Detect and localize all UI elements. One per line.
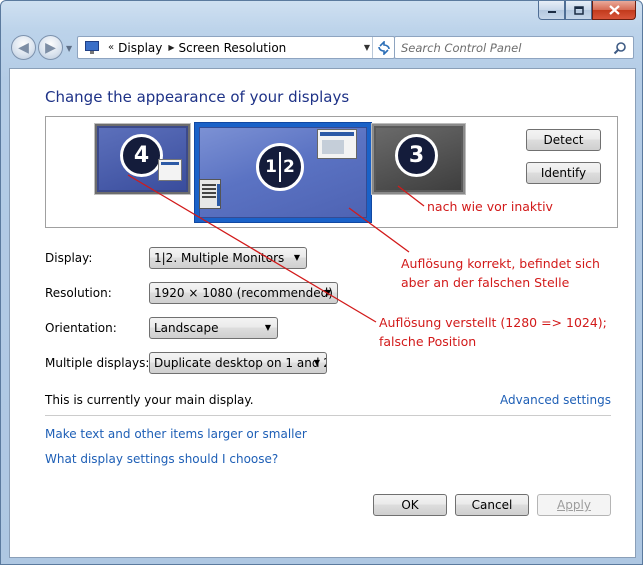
monitor-1-2-number: 12 xyxy=(256,143,304,191)
annotation-wrong-place-line1: Auflösung korrekt, befindet sich xyxy=(401,256,600,271)
mini-taskbar-icon xyxy=(199,179,221,209)
monitor-3-number: 3 xyxy=(395,134,438,177)
chevron-down-icon: ▼ xyxy=(293,253,300,262)
annotation-resolution-line1: Auflösung verstellt (1280 => 1024); xyxy=(379,315,607,330)
breadcrumb-display[interactable]: Display xyxy=(118,41,162,55)
search-input[interactable] xyxy=(395,37,605,58)
annotation-resolution-line2: falsche Position xyxy=(379,334,477,349)
close-icon xyxy=(608,5,620,15)
display-select[interactable]: 1|2. Multiple Monitors ▼ xyxy=(149,247,307,269)
display-control-panel-icon xyxy=(84,40,102,55)
annotation-wrong-place: Auflösung korrekt, befindet sich aber an… xyxy=(401,254,600,292)
caption-buttons xyxy=(538,1,636,21)
annotation-inactive: nach wie vor inaktiv xyxy=(427,199,553,214)
annotation-wrong-place-line2: aber an der falschen Stelle xyxy=(401,275,570,290)
cancel-button[interactable]: Cancel xyxy=(455,494,529,516)
advanced-settings-link[interactable]: Advanced settings xyxy=(500,393,611,407)
chevron-down-icon: ▼ xyxy=(324,288,331,297)
page-title: Change the appearance of your displays xyxy=(45,88,350,106)
multiple-displays-select[interactable]: Duplicate desktop on 1 and 2 ▼ xyxy=(149,352,327,374)
display-settings-help-link[interactable]: What display settings should I choose? xyxy=(45,452,278,466)
breadcrumb-overflow-icon[interactable]: « xyxy=(108,42,114,53)
navigation-bar: ◀ ▶ ▼ « Display ▶ Screen Resolution ▼ xyxy=(9,35,636,61)
resolution-select[interactable]: 1920 × 1080 (recommended) ▼ xyxy=(149,282,338,304)
detect-button[interactable]: Detect xyxy=(526,129,601,151)
chevron-down-icon: ▼ xyxy=(313,358,320,367)
back-button[interactable]: ◀ xyxy=(11,35,36,60)
apply-button: Apply xyxy=(537,494,611,516)
back-arrow-icon: ◀ xyxy=(18,39,29,56)
breadcrumb-arrow-icon[interactable]: ▶ xyxy=(168,43,174,52)
mini-window-icon xyxy=(158,159,182,181)
forward-button[interactable]: ▶ xyxy=(38,35,63,60)
multiple-displays-label: Multiple displays: xyxy=(45,356,150,370)
close-button[interactable] xyxy=(592,1,636,20)
identify-button[interactable]: Identify xyxy=(526,162,601,184)
mini-window-icon xyxy=(317,129,357,159)
refresh-icon xyxy=(377,40,390,55)
main-display-status: This is currently your main display. xyxy=(45,393,254,407)
recent-pages-chevron-down-icon[interactable]: ▼ xyxy=(66,44,72,53)
orientation-label: Orientation: xyxy=(45,321,117,335)
search-icon[interactable] xyxy=(613,41,627,55)
display-label: Display: xyxy=(45,251,93,265)
monitor-4[interactable]: 4 xyxy=(94,123,191,195)
ok-button[interactable]: OK xyxy=(373,494,447,516)
resolution-label: Resolution: xyxy=(45,286,112,300)
breadcrumb-screen-resolution[interactable]: Screen Resolution xyxy=(179,41,287,55)
forward-arrow-icon: ▶ xyxy=(45,39,56,56)
monitor-3-inactive[interactable]: 3 xyxy=(371,123,466,195)
maximize-button[interactable] xyxy=(565,1,592,20)
refresh-button[interactable] xyxy=(372,37,394,58)
address-bar[interactable]: « Display ▶ Screen Resolution ▼ xyxy=(77,36,395,59)
monitor-4-number: 4 xyxy=(120,134,163,177)
monitor-1-2-selected[interactable]: 12 xyxy=(194,122,372,223)
text-size-link[interactable]: Make text and other items larger or smal… xyxy=(45,427,307,441)
minimize-button[interactable] xyxy=(538,1,565,20)
divider xyxy=(45,415,611,416)
chevron-down-icon: ▼ xyxy=(264,323,271,332)
maximize-icon xyxy=(573,5,584,15)
annotation-resolution: Auflösung verstellt (1280 => 1024); fals… xyxy=(379,313,607,351)
minimize-icon xyxy=(547,11,556,13)
orientation-select[interactable]: Landscape ▼ xyxy=(149,317,278,339)
address-chevron-down-icon[interactable]: ▼ xyxy=(364,43,370,52)
search-box[interactable] xyxy=(394,36,634,59)
